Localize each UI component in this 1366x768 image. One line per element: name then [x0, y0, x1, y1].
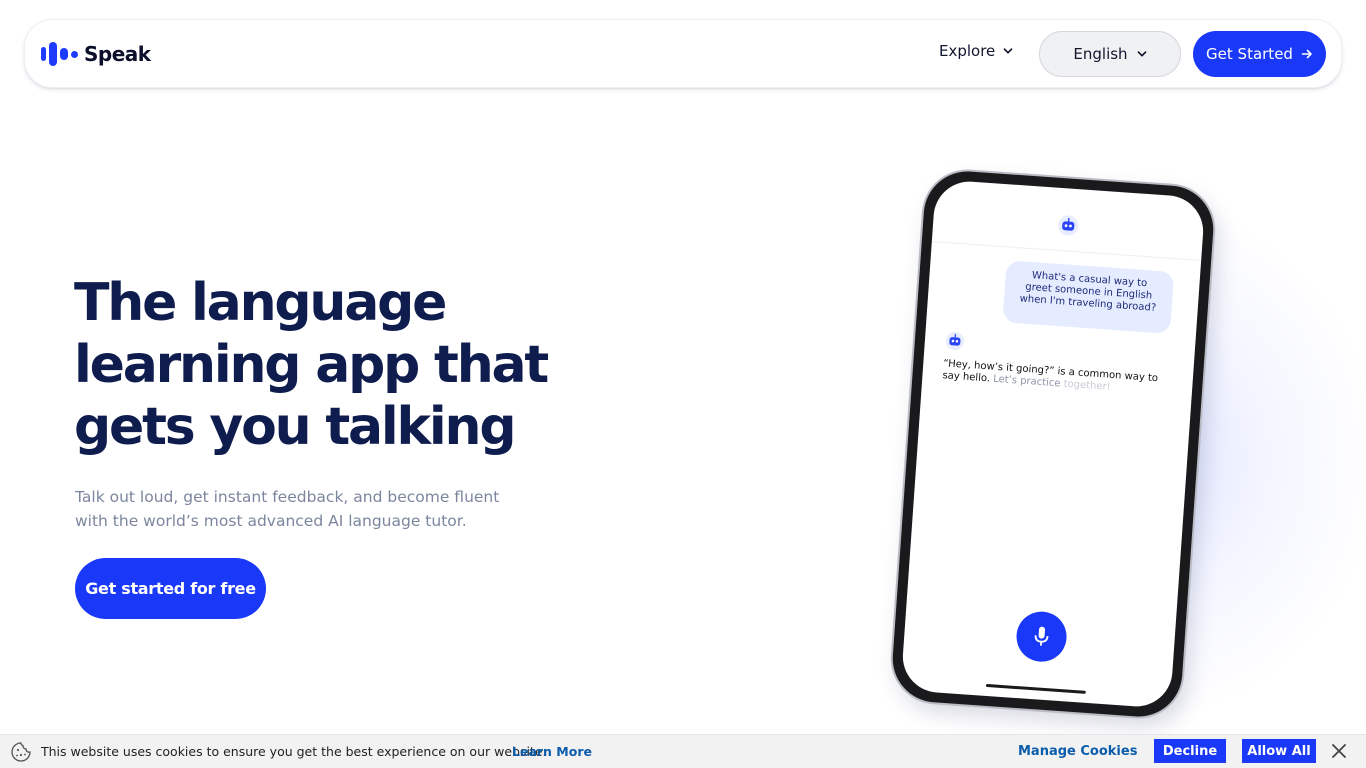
brand-name: Speak [84, 42, 151, 66]
phone-frame: What's a casual way to greet someone in … [889, 168, 1217, 720]
cookie-icon [11, 742, 31, 762]
microphone-button [1014, 609, 1069, 664]
learn-more-link[interactable]: Learn More [512, 744, 592, 759]
chat-header-divider [931, 241, 1202, 261]
arrow-right-icon [1301, 49, 1312, 59]
speak-logo-mark-icon [41, 42, 78, 66]
hero-subtitle: Talk out loud, get instant feedback, and… [75, 488, 500, 530]
ai-tutor-avatar-icon [1058, 215, 1079, 236]
speak-logo[interactable]: Speak [41, 41, 151, 67]
chevron-down-icon [1003, 48, 1013, 54]
phone-mockup: What's a casual way to greet someone in … [889, 168, 1217, 720]
explore-menu[interactable]: Explore [939, 42, 1013, 60]
explore-label: Explore [939, 42, 996, 60]
cookie-consent-bar: This website uses cookies to ensure you … [0, 734, 1366, 768]
cookie-message: This website uses cookies to ensure you … [41, 744, 547, 759]
phone-screen: What's a casual way to greet someone in … [900, 179, 1206, 709]
user-message-bubble: What's a casual way to greet someone in … [1002, 260, 1175, 334]
get-started-free-button[interactable]: Get started for free [75, 558, 266, 619]
ai-tutor-avatar-icon [945, 331, 965, 351]
language-selector[interactable]: English [1039, 31, 1181, 77]
ai-reply-message: “Hey, how’s it going?” is a common way t… [942, 358, 1171, 398]
decline-cookies-button[interactable]: Decline [1154, 739, 1226, 763]
hero-title-line: learning app that [74, 335, 549, 395]
allow-all-cookies-button[interactable]: Allow All [1242, 739, 1316, 763]
hero-title-line: The language [74, 273, 447, 333]
get-started-button[interactable]: Get Started [1193, 31, 1326, 77]
manage-cookies-link[interactable]: Manage Cookies [1018, 744, 1137, 759]
chevron-down-icon [1137, 51, 1146, 57]
top-nav-bar: Speak Explore English Get Started [24, 19, 1342, 88]
close-icon[interactable] [1330, 742, 1348, 760]
hero-title-line: gets you talking [74, 397, 517, 457]
hero-title: The language learning app that gets you … [74, 272, 594, 458]
get-started-label: Get Started [1206, 45, 1293, 63]
microphone-icon [1034, 626, 1049, 646]
home-indicator [985, 683, 1086, 694]
ai-reply-text-fading: together! [1060, 378, 1111, 393]
language-label: English [1073, 45, 1128, 63]
